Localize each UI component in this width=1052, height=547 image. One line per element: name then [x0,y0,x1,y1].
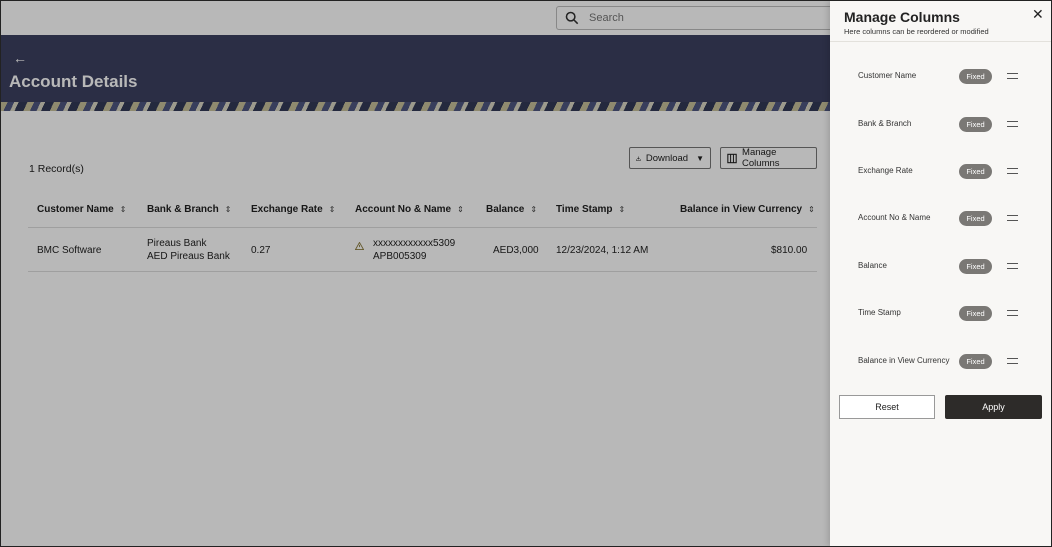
drag-handle-icon[interactable] [1007,263,1018,269]
column-option-label: Bank & Branch [858,119,912,128]
column-option-label: Account No & Name [858,213,931,222]
manage-columns-panel: Manage Columns Here columns can be reord… [830,1,1051,546]
drag-handle-icon[interactable] [1007,168,1018,174]
fixed-badge: Fixed [959,69,992,84]
column-option-label: Exchange Rate [858,166,913,175]
fixed-badge: Fixed [959,211,992,226]
fixed-badge: Fixed [959,354,992,369]
column-option-label: Time Stamp [858,308,901,317]
fixed-badge: Fixed [959,164,992,179]
apply-button[interactable]: Apply [945,395,1042,419]
drag-handle-icon[interactable] [1007,358,1018,364]
column-option: Time Stamp Fixed [858,306,1038,322]
drag-handle-icon[interactable] [1007,121,1018,127]
column-option-label: Customer Name [858,71,917,80]
drag-handle-icon[interactable] [1007,310,1018,316]
column-option-label: Balance [858,261,887,270]
close-icon[interactable]: ✕ [1032,7,1044,21]
column-option: Account No & Name Fixed [858,211,1038,227]
fixed-badge: Fixed [959,306,992,321]
app-window: ← Account Details 1 Record(s) Download ▼… [0,0,1052,547]
modal-backdrop[interactable] [1,1,830,546]
panel-divider [830,41,1051,42]
column-option: Bank & Branch Fixed [858,117,1038,133]
drag-handle-icon[interactable] [1007,73,1018,79]
panel-title: Manage Columns [844,9,960,25]
reset-button[interactable]: Reset [839,395,935,419]
column-option-label: Balance in View Currency [858,356,950,365]
fixed-badge: Fixed [959,117,992,132]
column-option: Exchange Rate Fixed [858,164,1038,180]
column-option: Balance Fixed [858,259,1038,275]
column-option: Customer Name Fixed [858,69,1038,85]
fixed-badge: Fixed [959,259,992,274]
panel-subtitle: Here columns can be reordered or modifie… [844,27,989,36]
column-option: Balance in View Currency Fixed [858,354,1038,370]
drag-handle-icon[interactable] [1007,215,1018,221]
